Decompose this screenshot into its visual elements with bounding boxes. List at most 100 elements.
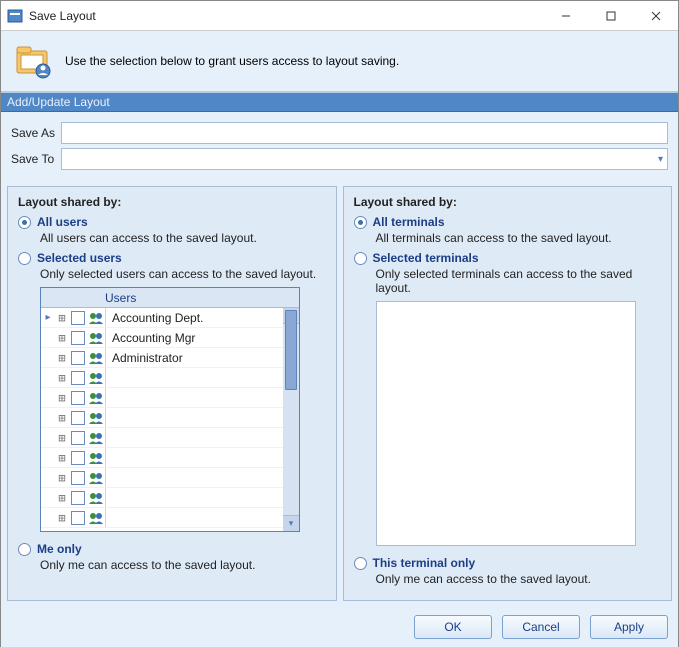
row-name: Accounting Dept. <box>106 311 203 325</box>
table-row[interactable]: ⊞ <box>41 408 299 428</box>
form-area: Save As Save To ▾ <box>1 112 678 180</box>
radio-icon <box>354 252 367 265</box>
expand-icon[interactable]: ⊞ <box>55 391 69 405</box>
info-text: Use the selection below to grant users a… <box>65 54 399 68</box>
button-bar: OK Cancel Apply <box>1 607 678 647</box>
terminals-panel: Layout shared by: All terminals All term… <box>343 186 673 601</box>
expand-icon[interactable]: ⊞ <box>55 411 69 425</box>
expand-icon[interactable]: ⊞ <box>55 491 69 505</box>
radio-selected-users[interactable]: Selected users <box>18 251 326 265</box>
table-row[interactable]: ⊞ <box>41 468 299 488</box>
scroll-thumb[interactable] <box>285 310 297 390</box>
info-strip: Use the selection below to grant users a… <box>1 31 678 92</box>
users-panel-title: Layout shared by: <box>18 195 326 209</box>
table-row[interactable]: ⊞Accounting Mgr <box>41 328 299 348</box>
expand-icon[interactable]: ⊞ <box>55 471 69 485</box>
users-grid-header: Users <box>41 288 299 308</box>
terminals-list[interactable] <box>376 301 636 546</box>
radio-me-only-desc: Only me can access to the saved layout. <box>40 558 326 572</box>
table-row[interactable]: ⊞ <box>41 448 299 468</box>
radio-label: Selected users <box>37 251 122 265</box>
radio-selected-terminals-desc: Only selected terminals can access to th… <box>376 267 662 295</box>
users-icon <box>87 491 105 505</box>
radio-all-users-desc: All users can access to the saved layout… <box>40 231 326 245</box>
radio-all-terminals[interactable]: All terminals <box>354 215 662 229</box>
maximize-button[interactable] <box>588 1 633 31</box>
scroll-down-icon[interactable]: ▾ <box>283 515 299 531</box>
expand-icon[interactable]: ⊞ <box>55 351 69 365</box>
table-row[interactable]: ⊞ <box>41 508 299 528</box>
folder-user-icon <box>13 41 53 81</box>
row-checkbox[interactable] <box>71 451 85 465</box>
users-grid-body: ▸⊞Accounting Dept.⊞Accounting Mgr⊞Admini… <box>41 308 299 531</box>
users-icon <box>87 371 105 385</box>
users-icon <box>87 471 105 485</box>
table-row[interactable]: ⊞ Administrator <box>41 348 299 368</box>
title-bar: Save Layout <box>1 1 678 31</box>
chevron-down-icon: ▾ <box>658 154 663 165</box>
users-icon <box>87 331 105 345</box>
close-button[interactable] <box>633 1 678 31</box>
expand-icon[interactable]: ⊞ <box>55 431 69 445</box>
save-as-input[interactable] <box>61 122 668 144</box>
table-row[interactable]: ⊞ <box>41 368 299 388</box>
minimize-button[interactable] <box>543 1 588 31</box>
radio-icon <box>18 216 31 229</box>
radio-label: Me only <box>37 542 82 556</box>
users-icon <box>87 511 105 525</box>
row-checkbox[interactable] <box>71 311 85 325</box>
radio-icon <box>354 216 367 229</box>
expand-icon[interactable]: ⊞ <box>55 451 69 465</box>
users-icon <box>87 451 105 465</box>
row-checkbox[interactable] <box>71 471 85 485</box>
row-checkbox[interactable] <box>71 431 85 445</box>
expand-icon[interactable]: ⊞ <box>55 511 69 525</box>
row-pointer-icon: ▸ <box>41 312 55 323</box>
users-panel: Layout shared by: All users All users ca… <box>7 186 337 601</box>
users-icon <box>87 311 105 325</box>
row-checkbox[interactable] <box>71 351 85 365</box>
save-as-label: Save As <box>11 126 61 140</box>
radio-label: All users <box>37 215 88 229</box>
radio-all-users[interactable]: All users <box>18 215 326 229</box>
row-checkbox[interactable] <box>71 411 85 425</box>
radio-label: All terminals <box>373 215 445 229</box>
radio-icon <box>354 557 367 570</box>
users-grid[interactable]: Users ▸⊞Accounting Dept.⊞Accounting Mgr⊞… <box>40 287 300 532</box>
radio-selected-users-desc: Only selected users can access to the sa… <box>40 267 326 281</box>
cancel-button[interactable]: Cancel <box>502 615 580 639</box>
terminals-panel-title: Layout shared by: <box>354 195 662 209</box>
expand-icon[interactable]: ⊞ <box>55 331 69 345</box>
radio-me-only[interactable]: Me only <box>18 542 326 556</box>
ok-button[interactable]: OK <box>414 615 492 639</box>
save-to-combo[interactable]: ▾ <box>61 148 668 170</box>
radio-this-terminal[interactable]: This terminal only <box>354 556 662 570</box>
table-row[interactable]: ▸⊞ Accounting Dept. <box>41 308 299 328</box>
radio-icon <box>18 543 31 556</box>
radio-all-terminals-desc: All terminals can access to the saved la… <box>376 231 662 245</box>
row-checkbox[interactable] <box>71 511 85 525</box>
expand-icon[interactable]: ⊞ <box>55 371 69 385</box>
table-row[interactable]: ⊞ <box>41 428 299 448</box>
radio-label: Selected terminals <box>373 251 479 265</box>
users-icon <box>87 411 105 425</box>
table-row[interactable]: ⊞ <box>41 388 299 408</box>
apply-button[interactable]: Apply <box>590 615 668 639</box>
radio-selected-terminals[interactable]: Selected terminals <box>354 251 662 265</box>
users-icon <box>87 431 105 445</box>
row-name: Administrator <box>106 351 183 365</box>
section-header: Add/Update Layout <box>1 92 678 112</box>
row-checkbox[interactable] <box>71 491 85 505</box>
app-icon <box>7 8 23 24</box>
window-title: Save Layout <box>29 9 543 23</box>
expand-icon[interactable]: ⊞ <box>55 311 69 325</box>
row-checkbox[interactable] <box>71 331 85 345</box>
users-icon <box>87 391 105 405</box>
users-column-header[interactable]: Users <box>101 291 136 305</box>
row-checkbox[interactable] <box>71 371 85 385</box>
save-to-label: Save To <box>11 152 61 166</box>
row-checkbox[interactable] <box>71 391 85 405</box>
users-scrollbar[interactable]: ▴ ▾ <box>283 308 299 531</box>
radio-this-terminal-desc: Only me can access to the saved layout. <box>376 572 662 586</box>
table-row[interactable]: ⊞ <box>41 488 299 508</box>
